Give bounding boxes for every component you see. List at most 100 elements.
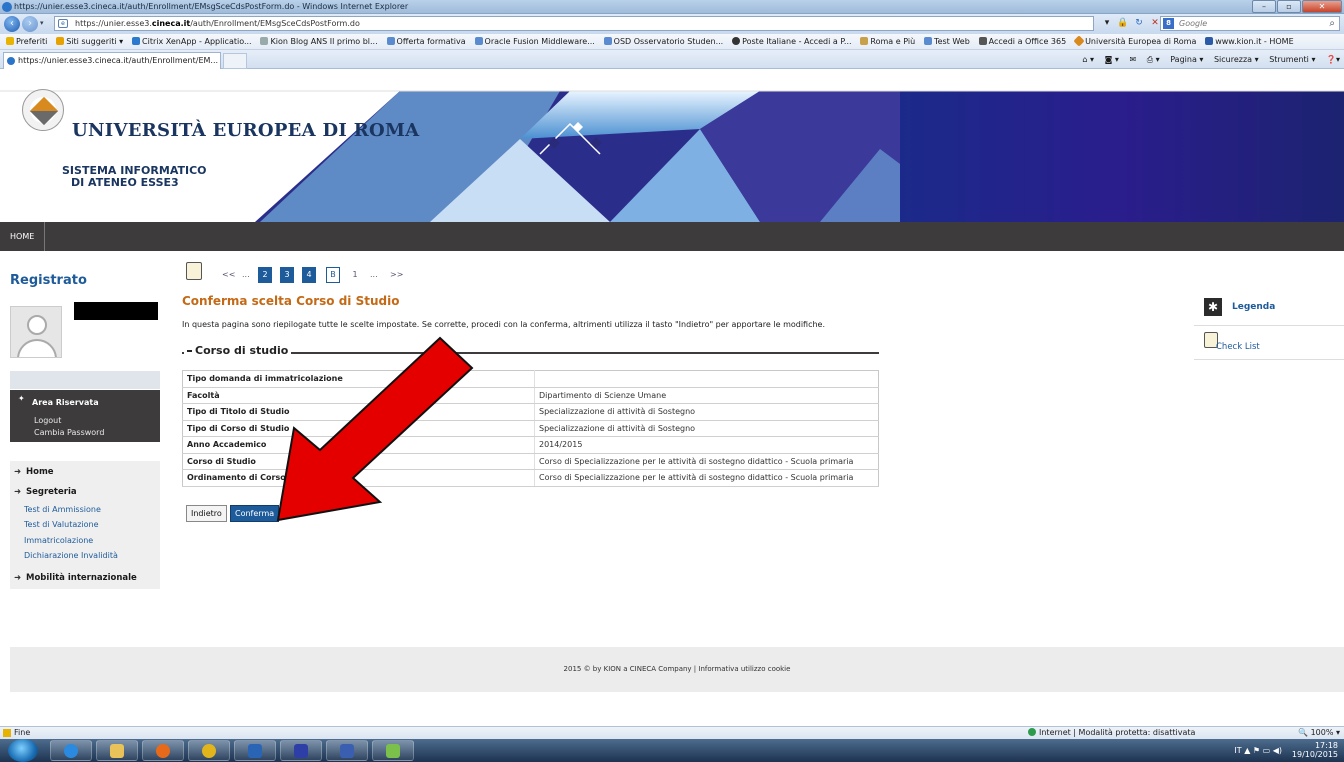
- step-ellipsis: ...: [238, 267, 254, 283]
- warning-icon: [3, 729, 11, 737]
- dropdown-icon[interactable]: ▾: [1100, 16, 1114, 31]
- favorite-icon: [924, 37, 933, 45]
- print-icon[interactable]: ⎙ ▾: [1147, 55, 1160, 64]
- back-button[interactable]: ‹: [4, 16, 20, 32]
- favorite-link[interactable]: OSD Osservatorio Studen...: [603, 34, 723, 49]
- ie-icon: [2, 2, 12, 12]
- taskbar-ie[interactable]: [50, 740, 92, 761]
- back-button-indietro[interactable]: Indietro: [186, 505, 227, 522]
- address-toolbar: ‹ › ▾ e https://unier.esse3.cineca.it/au…: [0, 14, 1344, 34]
- lock-icon[interactable]: 🔒: [1116, 16, 1130, 31]
- maximize-button[interactable]: ▫: [1277, 0, 1301, 13]
- clock-time: 17:18: [1314, 741, 1338, 750]
- favorite-icon: [732, 37, 741, 45]
- close-window-button[interactable]: ✕: [1302, 0, 1342, 13]
- taskbar-app[interactable]: [280, 740, 322, 761]
- search-input[interactable]: 8 Google ⌕: [1160, 16, 1340, 31]
- step-2[interactable]: 2: [258, 267, 272, 283]
- command-bar: ⌂ ▾ ◙ ▾ ✉ ⎙ ▾ Pagina ▾ Sicurezza ▾ Strum…: [1074, 53, 1340, 67]
- favorite-link[interactable]: Roma e Più: [860, 34, 915, 49]
- favorite-icon: [474, 37, 483, 45]
- url-host: cineca.it: [151, 19, 191, 28]
- feeds-icon[interactable]: ◙ ▾: [1105, 55, 1119, 64]
- ie-icon: [7, 57, 15, 65]
- help-icon[interactable]: ❓▾: [1326, 55, 1340, 64]
- favorite-icon: [860, 37, 869, 45]
- step-1[interactable]: 1: [348, 267, 362, 283]
- tab-bar: https://unier.esse3.cineca.it/auth/Enrol…: [0, 50, 1344, 69]
- clock[interactable]: 17:18 19/10/2015: [1292, 741, 1338, 759]
- reserved-area-title: Area Riservata: [32, 398, 99, 407]
- menu-segreteria[interactable]: ➜ Segreteria: [14, 487, 77, 497]
- system-title-line2: DI ATENEO ESSE3: [71, 176, 179, 189]
- step-first[interactable]: <<: [218, 267, 240, 283]
- status-text: Fine: [14, 728, 31, 737]
- address-input[interactable]: e https://unier.esse3.cineca.it/auth/Enr…: [54, 16, 1094, 31]
- university-seal-logo[interactable]: [22, 89, 64, 131]
- pin-icon: ✱: [1204, 298, 1222, 316]
- home-icon[interactable]: ⌂ ▾: [1082, 55, 1094, 64]
- favorite-icon: [386, 37, 395, 45]
- new-tab-button[interactable]: [223, 53, 247, 69]
- notepad-icon: [186, 262, 202, 280]
- search-icon[interactable]: ⌕: [1329, 17, 1335, 30]
- minimize-button[interactable]: –: [1252, 0, 1276, 13]
- forward-button[interactable]: ›: [22, 16, 38, 32]
- taskbar-outlook[interactable]: [234, 740, 276, 761]
- redacted-username: [74, 302, 158, 320]
- mail-icon[interactable]: ✉: [1129, 55, 1136, 64]
- favorites-button[interactable]: Preferiti: [6, 34, 47, 49]
- intro-text: In questa pagina sono riepilogate tutte …: [182, 320, 826, 329]
- step-4[interactable]: 4: [302, 267, 316, 283]
- link-dichiarazione-invalidita[interactable]: Dichiarazione Invalidità: [24, 551, 118, 560]
- logout-link[interactable]: Logout: [34, 416, 61, 425]
- taskbar-paint[interactable]: [372, 740, 414, 761]
- legend-panel[interactable]: ✱ Legenda: [1194, 296, 1344, 326]
- taskbar-media[interactable]: [142, 740, 184, 761]
- site-header: UNIVERSITÀ EUROPEA DI ROMA SISTEMA INFOR…: [0, 69, 1344, 222]
- refresh-icon[interactable]: ↻: [1132, 16, 1146, 31]
- favorite-link[interactable]: www.kion.it - HOME: [1205, 34, 1294, 49]
- star-icon: [6, 37, 14, 45]
- tray-indicators[interactable]: IT ▲ ⚑ ▭ ◀): [1234, 746, 1282, 755]
- favorite-link[interactable]: Siti suggeriti ▾: [56, 34, 123, 49]
- page-icon: e: [58, 19, 68, 28]
- browser-tab[interactable]: https://unier.esse3.cineca.it/auth/Enrol…: [3, 52, 221, 69]
- window-title: https://unier.esse3.cineca.it/auth/Enrol…: [14, 2, 409, 11]
- legend-label: Legenda: [1232, 302, 1276, 312]
- taskbar-word[interactable]: [326, 740, 368, 761]
- link-test-ammissione[interactable]: Test di Ammissione: [24, 505, 101, 514]
- menu-sicurezza[interactable]: Sicurezza ▾: [1214, 55, 1259, 64]
- start-button[interactable]: [8, 739, 38, 762]
- menu-mobilita[interactable]: ➜ Mobilità internazionale: [14, 573, 137, 583]
- favorite-link[interactable]: Accedi a Office 365: [978, 34, 1066, 49]
- university-name: UNIVERSITÀ EUROPEA DI ROMA: [72, 120, 420, 141]
- zoom-control[interactable]: 🔍 100% ▾: [1298, 728, 1340, 737]
- red-arrow-annotation: [276, 336, 474, 522]
- menu-strumenti[interactable]: Strumenti ▾: [1269, 55, 1315, 64]
- favorite-link[interactable]: Kion Blog ANS Il primo bl...: [260, 34, 378, 49]
- favorite-link[interactable]: Oracle Fusion Middleware...: [474, 34, 595, 49]
- taskbar-chrome[interactable]: [188, 740, 230, 761]
- change-password-link[interactable]: Cambia Password: [34, 428, 104, 437]
- favorite-link[interactable]: Offerta formativa: [386, 34, 466, 49]
- link-immatricolazione[interactable]: Immatricolazione: [24, 536, 93, 545]
- step-b-current[interactable]: B: [326, 267, 340, 283]
- favorite-icon: [260, 37, 269, 45]
- link-test-valutazione[interactable]: Test di Valutazione: [24, 520, 99, 529]
- favorite-link[interactable]: Citrix XenApp - Applicatio...: [132, 34, 252, 49]
- menu-home[interactable]: ➜ Home: [14, 467, 54, 477]
- step-last[interactable]: >>: [386, 267, 408, 283]
- taskbar-explorer[interactable]: [96, 740, 138, 761]
- checklist-link[interactable]: Check List: [1194, 330, 1344, 360]
- favorite-link[interactable]: Università Europea di Roma: [1073, 34, 1196, 49]
- favorite-icon: [1073, 35, 1085, 47]
- step-3[interactable]: 3: [280, 267, 294, 283]
- history-dropdown-icon[interactable]: ▾: [40, 19, 44, 27]
- favorite-link[interactable]: Test Web: [924, 34, 970, 49]
- nav-home[interactable]: HOME: [0, 222, 46, 251]
- security-zone[interactable]: Internet | Modalità protetta: disattivat…: [1028, 728, 1195, 737]
- system-title: SISTEMA INFORMATICO DI ATENEO ESSE3: [62, 165, 207, 189]
- favorite-link[interactable]: Poste Italiane - Accedi a P...: [732, 34, 852, 49]
- menu-pagina[interactable]: Pagina ▾: [1170, 55, 1203, 64]
